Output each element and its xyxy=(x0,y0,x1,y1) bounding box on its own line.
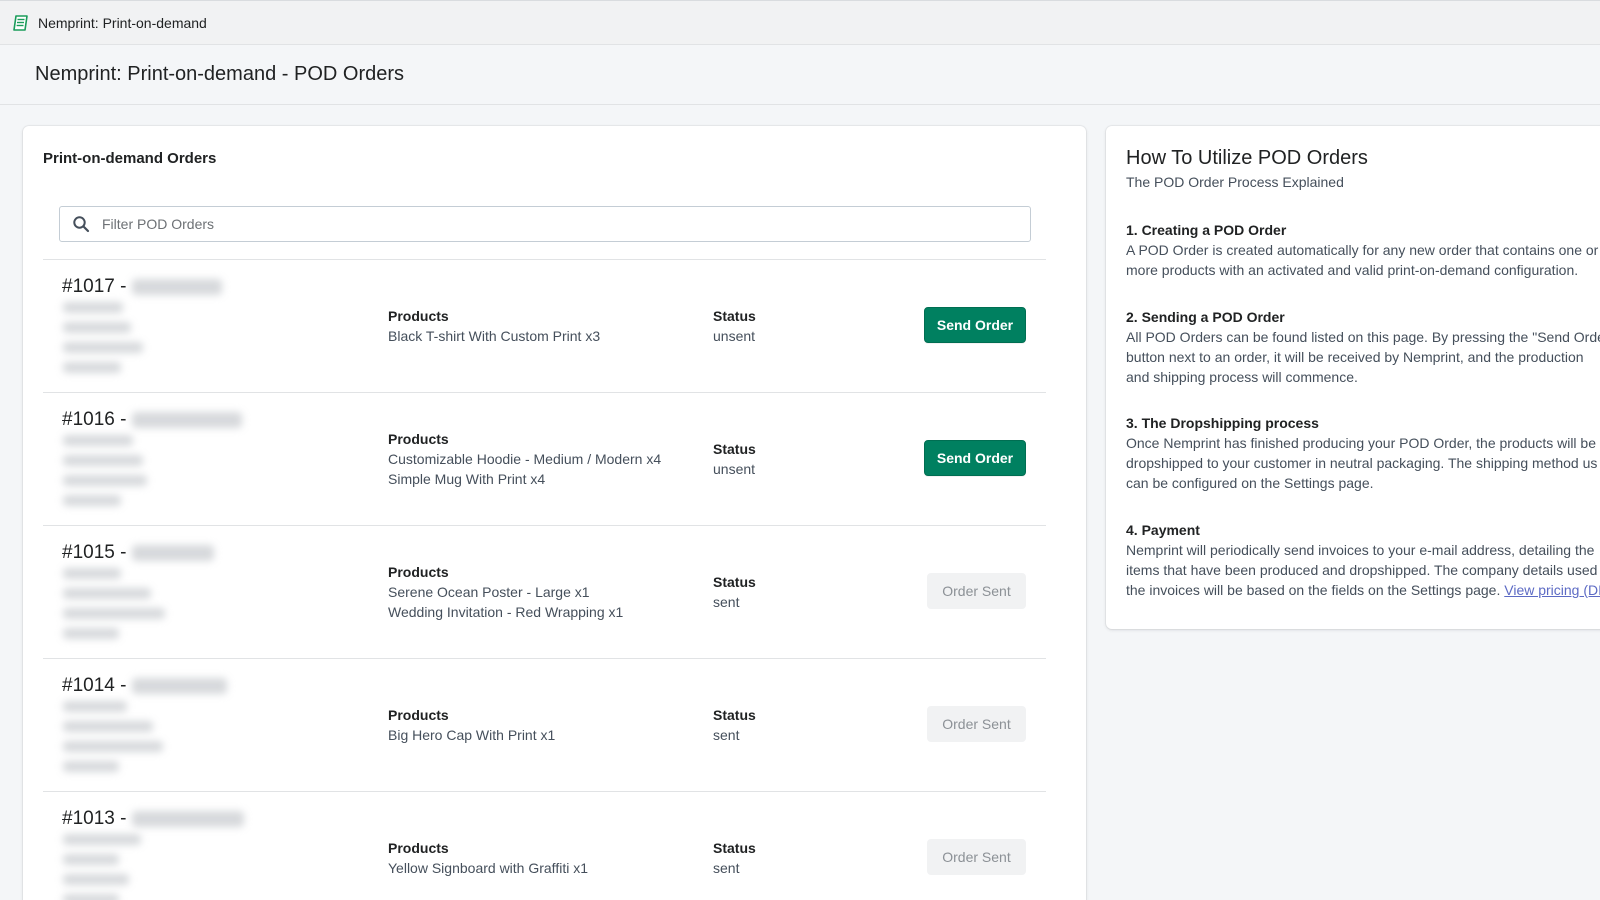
section-text: A POD Order is created automatically for… xyxy=(1126,242,1599,258)
order-status: Status unsent xyxy=(713,439,756,479)
order-sent-button[interactable]: Order Sent xyxy=(927,839,1026,875)
help-section-dropshipping: 3. The Dropshipping process Once Nemprin… xyxy=(1126,413,1600,493)
customer-address-redacted xyxy=(63,302,143,382)
section-heading: 3. The Dropshipping process xyxy=(1126,415,1319,431)
customer-address-redacted xyxy=(63,701,163,781)
product-item: Yellow Signboard with Graffiti x1 xyxy=(388,860,588,876)
help-card: How To Utilize POD Orders The POD Order … xyxy=(1106,126,1600,629)
section-text: Once Nemprint has finished producing you… xyxy=(1126,435,1597,451)
customer-address-redacted xyxy=(63,834,141,900)
order-row: #1015 - Products Serene Ocean Poster - L… xyxy=(43,525,1046,658)
page-header: Nemprint: Print-on-demand - POD Orders xyxy=(0,45,1600,105)
product-item: Customizable Hoodie - Medium / Modern x4 xyxy=(388,451,662,467)
products-label: Products xyxy=(388,840,449,856)
order-products: Products Serene Ocean Poster - Large x1 … xyxy=(388,562,623,622)
status-value: unsent xyxy=(713,461,756,477)
order-sent-button[interactable]: Order Sent xyxy=(927,706,1026,742)
section-heading: 2. Sending a POD Order xyxy=(1126,309,1285,325)
product-item: Serene Ocean Poster - Large x1 xyxy=(388,584,590,600)
order-number: #1015 - xyxy=(62,542,127,563)
customer-address-redacted xyxy=(63,435,147,515)
order-number: #1017 - xyxy=(62,276,127,297)
section-text: items that have been produced and dropsh… xyxy=(1126,562,1598,578)
order-status: Status sent xyxy=(713,572,756,612)
order-row: #1014 - Products Big Hero Cap With Print… xyxy=(43,658,1046,791)
products-label: Products xyxy=(388,431,449,447)
customer-address-redacted xyxy=(63,568,165,648)
order-status: Status sent xyxy=(713,705,756,745)
order-row: #1016 - Products Customizable Hoodie - M… xyxy=(43,392,1046,525)
help-title: How To Utilize POD Orders xyxy=(1126,147,1368,169)
section-text: more products with an activated and vali… xyxy=(1126,262,1579,278)
status-label: Status xyxy=(713,441,756,457)
product-item: Black T-shirt With Custom Print x3 xyxy=(388,328,601,344)
status-value: sent xyxy=(713,860,740,876)
order-heading: #1016 - xyxy=(62,409,243,431)
section-text: All POD Orders can be found listed on th… xyxy=(1126,329,1600,345)
orders-list: #1017 - Products Black T-shirt With Cust… xyxy=(43,259,1046,900)
status-label: Status xyxy=(713,707,756,723)
customer-name-redacted xyxy=(132,811,245,827)
section-text: can be configured on the Settings page. xyxy=(1126,475,1374,491)
product-item: Big Hero Cap With Print x1 xyxy=(388,727,556,743)
section-text: Nemprint will periodically send invoices… xyxy=(1126,542,1595,558)
status-value: sent xyxy=(713,594,740,610)
products-label: Products xyxy=(388,308,449,324)
send-order-button[interactable]: Send Order xyxy=(924,440,1026,476)
order-heading: #1013 - xyxy=(62,808,245,830)
help-section-creating: 1. Creating a POD Order A POD Order is c… xyxy=(1126,220,1600,280)
orders-card: Print-on-demand Orders #1017 - Products … xyxy=(23,126,1086,900)
customer-name-redacted xyxy=(132,279,223,295)
search-icon xyxy=(72,215,90,233)
send-order-button[interactable]: Send Order xyxy=(924,307,1026,343)
order-row: #1013 - Products Yellow Signboard with G… xyxy=(43,791,1046,900)
status-value: sent xyxy=(713,727,740,743)
order-heading: #1015 - xyxy=(62,542,215,564)
order-products: Products Big Hero Cap With Print x1 xyxy=(388,705,555,745)
order-products: Products Black T-shirt With Custom Print… xyxy=(388,306,600,346)
section-text: the invoices will be based on the fields… xyxy=(1126,582,1501,598)
order-number: #1014 - xyxy=(62,675,127,696)
status-label: Status xyxy=(713,308,756,324)
status-label: Status xyxy=(713,574,756,590)
order-products: Products Customizable Hoodie - Medium / … xyxy=(388,429,661,489)
help-section-payment: 4. Payment Nemprint will periodically se… xyxy=(1126,520,1600,600)
section-text: button next to an order, it will be rece… xyxy=(1126,349,1584,365)
customer-name-redacted xyxy=(132,545,215,561)
order-heading: #1017 - xyxy=(62,276,223,298)
customer-name-redacted xyxy=(132,412,243,428)
products-label: Products xyxy=(388,564,449,580)
view-pricing-link[interactable]: View pricing (DI xyxy=(1504,582,1600,598)
order-sent-button[interactable]: Order Sent xyxy=(927,573,1026,609)
section-text-with-link: the invoices will be based on the fields… xyxy=(1126,580,1600,600)
orders-card-title: Print-on-demand Orders xyxy=(43,150,217,167)
section-text: and shipping process will commence. xyxy=(1126,369,1358,385)
help-section-sending: 2. Sending a POD Order All POD Orders ca… xyxy=(1126,307,1600,387)
section-heading: 4. Payment xyxy=(1126,522,1200,538)
order-status: Status unsent xyxy=(713,306,756,346)
filter-orders-search[interactable] xyxy=(59,206,1031,242)
filter-orders-input[interactable] xyxy=(102,216,1002,232)
order-row: #1017 - Products Black T-shirt With Cust… xyxy=(43,259,1046,392)
customer-name-redacted xyxy=(132,678,228,694)
product-item: Simple Mug With Print x4 xyxy=(388,471,546,487)
order-number: #1016 - xyxy=(62,409,127,430)
receipt-icon xyxy=(12,14,30,32)
order-number: #1013 - xyxy=(62,808,127,829)
section-text: dropshipped to your customer in neutral … xyxy=(1126,455,1598,471)
products-label: Products xyxy=(388,707,449,723)
page-title: Nemprint: Print-on-demand - POD Orders xyxy=(35,63,405,85)
help-subtitle: The POD Order Process Explained xyxy=(1126,174,1344,190)
order-status: Status sent xyxy=(713,838,756,878)
section-heading: 1. Creating a POD Order xyxy=(1126,222,1287,238)
product-item: Wedding Invitation - Red Wrapping x1 xyxy=(388,604,624,620)
status-label: Status xyxy=(713,840,756,856)
order-products: Products Yellow Signboard with Graffiti … xyxy=(388,838,588,878)
app-topbar: Nemprint: Print-on-demand xyxy=(0,0,1600,45)
order-heading: #1014 - xyxy=(62,675,228,697)
app-title: Nemprint: Print-on-demand xyxy=(38,14,207,31)
status-value: unsent xyxy=(713,328,756,344)
